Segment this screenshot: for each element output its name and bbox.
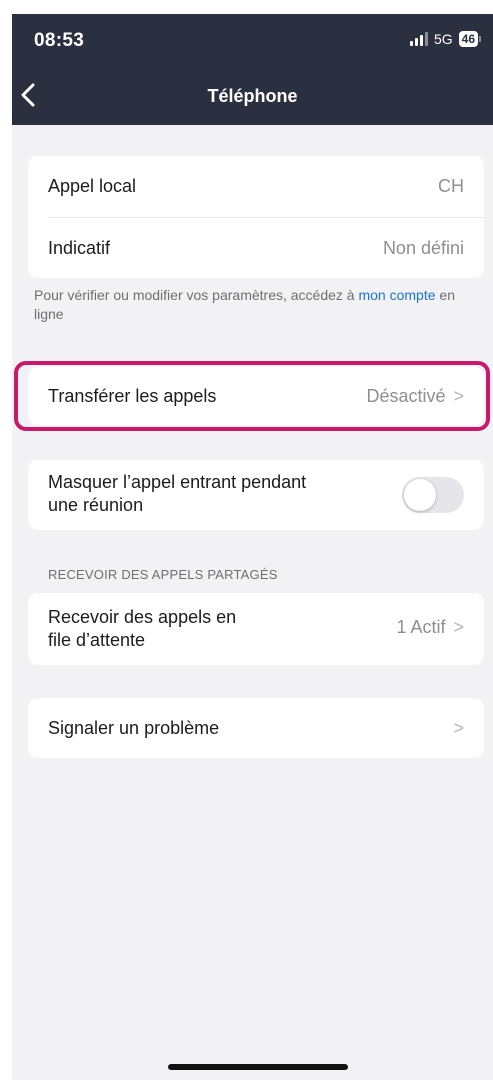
local-call-label: Appel local bbox=[48, 175, 137, 196]
toggle-knob bbox=[404, 479, 436, 511]
my-account-link[interactable]: mon compte bbox=[358, 287, 435, 303]
report-problem-label: Signaler un problème bbox=[48, 717, 220, 738]
mask-call-row: Masquer l’appel entrant pendant une réun… bbox=[28, 460, 484, 530]
area-code-label: Indicatif bbox=[48, 237, 111, 258]
chevron-right-icon: > bbox=[453, 717, 464, 738]
signal-icon bbox=[409, 32, 428, 46]
queue-calls-label: Recevoir des appels en file d’attente bbox=[48, 607, 237, 650]
phone-screen: 08:53 5G 46 Téléphone Appel local CH Ind… bbox=[12, 14, 493, 1080]
section-header-shared-calls: RECEVOIR DES APPELS PARTAGÉS bbox=[48, 567, 278, 582]
status-indicators: 5G 46 bbox=[409, 31, 481, 47]
area-code-value: Non défini bbox=[382, 237, 464, 258]
local-call-value: CH bbox=[438, 175, 464, 196]
page-title: Téléphone bbox=[207, 86, 298, 106]
mask-call-label: Masquer l’appel entrant pendant une réun… bbox=[48, 472, 307, 515]
mask-call-toggle[interactable] bbox=[402, 477, 464, 513]
battery-icon: 46 bbox=[458, 31, 481, 47]
queue-calls-row[interactable]: Recevoir des appels en file d’attente 1 … bbox=[28, 593, 484, 665]
highlight-frame bbox=[14, 361, 490, 431]
header-bar: 08:53 5G 46 Téléphone bbox=[12, 14, 493, 125]
info-card: Appel local CH Indicatif Non défini bbox=[28, 156, 484, 278]
network-label: 5G bbox=[433, 31, 453, 47]
queue-calls-value: 1 Actif bbox=[396, 617, 446, 637]
home-indicator[interactable] bbox=[168, 1064, 348, 1070]
report-problem-row[interactable]: Signaler un problème > bbox=[28, 698, 484, 758]
status-time: 08:53 bbox=[34, 30, 85, 51]
battery-level: 46 bbox=[458, 31, 478, 47]
local-call-row: Appel local CH bbox=[48, 174, 464, 198]
chevron-right-icon: > bbox=[453, 617, 464, 637]
area-code-row: Indicatif Non défini bbox=[48, 236, 464, 260]
helper-text: Pour vérifier ou modifier vos paramètres… bbox=[34, 287, 455, 322]
